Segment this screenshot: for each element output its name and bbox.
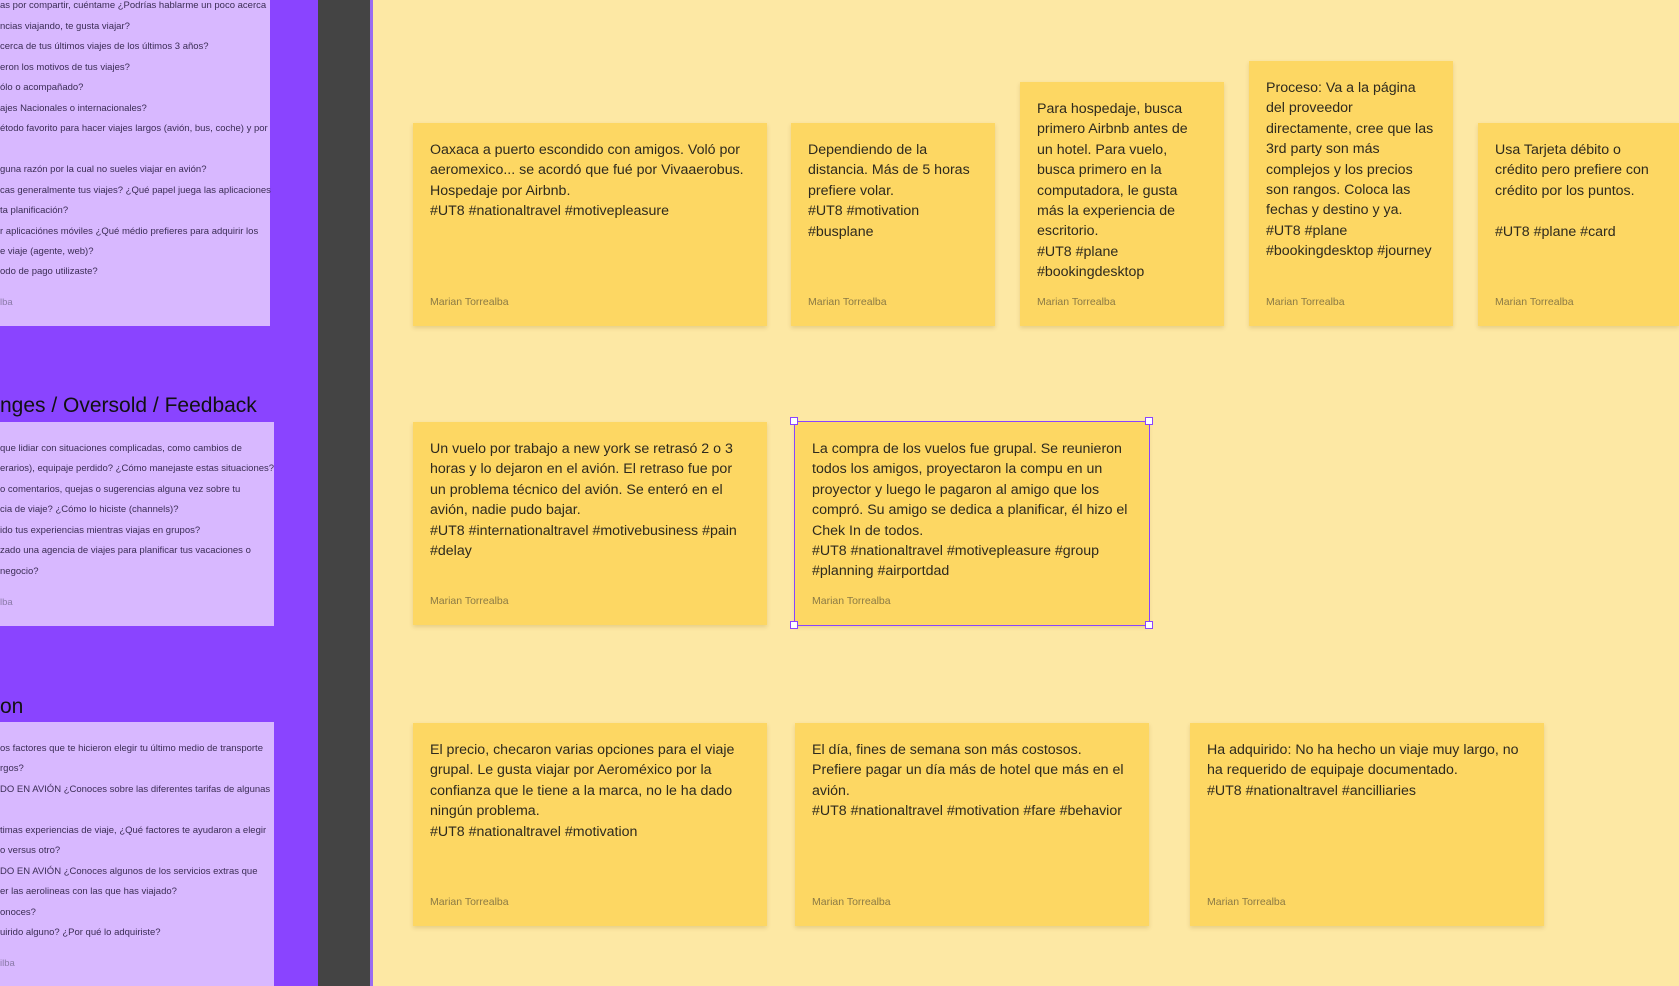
sticky-note[interactable]: Ha adquirido: No ha hecho un viaje muy l…: [1190, 723, 1544, 926]
sticky-author: Marian Torrealba: [1495, 296, 1574, 308]
question-line: o comentarios, quejas o sugerencias algu…: [0, 484, 241, 495]
note-author: lba: [0, 297, 13, 308]
question-line: o versus otro?: [0, 845, 61, 856]
question-note[interactable]: que lidiar con situaciones complicadas, …: [0, 422, 274, 626]
sticky-author: Marian Torrealba: [1266, 296, 1345, 308]
sticky-text: Proceso: Va a la página del proveedor di…: [1266, 80, 1434, 260]
sticky-author: Marian Torrealba: [430, 595, 509, 607]
question-line: que lidiar con situaciones complicadas, …: [0, 443, 242, 454]
sticky-text: Oaxaca a puerto escondido con amigos. Vo…: [430, 142, 744, 220]
sticky-author: Marian Torrealba: [1037, 296, 1116, 308]
question-line: timas experiencias de viaje, ¿Qué factor…: [0, 825, 267, 836]
question-line: os factores que te hicieron elegir tu úl…: [0, 743, 263, 754]
sticky-text: Para hospedaje, busca primero Airbnb ant…: [1037, 101, 1188, 281]
note-author: lba: [0, 597, 13, 608]
question-note[interactable]: os factores que te hicieron elegir tu úl…: [0, 722, 274, 986]
sticky-author: Marian Torrealba: [812, 896, 891, 908]
question-note[interactable]: as por compartir, cuéntame ¿Podrías habl…: [0, 0, 271, 326]
question-line: ta planificación?: [0, 205, 69, 216]
resize-handle-bottom-right[interactable]: [1145, 621, 1153, 629]
sticky-text: Usa Tarjeta débito o crédito pero prefie…: [1495, 142, 1649, 240]
sticky-author: Marian Torrealba: [430, 896, 509, 908]
sticky-note[interactable]: Un vuelo por trabajo a new york se retra…: [413, 422, 767, 625]
resize-handle-top-right[interactable]: [1145, 417, 1153, 425]
sticky-text: Ha adquirido: No ha hecho un viaje muy l…: [1207, 742, 1519, 799]
question-line: rgos?: [0, 763, 24, 774]
question-line: zado una agencia de viajes para planific…: [0, 545, 251, 556]
question-line: eron los motivos de tus viajes?: [0, 62, 130, 73]
question-line: ajes Nacionales o internacionales?: [0, 103, 147, 114]
sticky-note[interactable]: Usa Tarjeta débito o crédito pero prefie…: [1478, 123, 1679, 326]
sticky-text: El precio, checaron varias opciones para…: [430, 742, 735, 840]
sticky-note[interactable]: Oaxaca a puerto escondido con amigos. Vo…: [413, 123, 767, 326]
sticky-author: Marian Torrealba: [812, 595, 891, 607]
question-line: ncias viajando, te gusta viajar?: [0, 21, 130, 32]
question-line: as por compartir, cuéntame ¿Podrías habl…: [0, 0, 267, 11]
question-line: guna razón por la cual no sueles viajar …: [0, 164, 207, 175]
sticky-note[interactable]: Dependiendo de la distancia. Más de 5 ho…: [791, 123, 995, 326]
question-line: ido tus experiencias mientras viajas en …: [0, 525, 201, 536]
sticky-text: Dependiendo de la distancia. Más de 5 ho…: [808, 142, 970, 240]
sticky-note[interactable]: Proceso: Va a la página del proveedor di…: [1249, 61, 1453, 326]
sticky-note[interactable]: Para hospedaje, busca primero Airbnb ant…: [1020, 82, 1224, 326]
sticky-text: La compra de los vuelos fue grupal. Se r…: [812, 441, 1128, 580]
sticky-note[interactable]: El precio, checaron varias opciones para…: [413, 723, 767, 926]
sticky-text: El día, fines de semana son más costosos…: [812, 742, 1124, 820]
sticky-text: Un vuelo por trabajo a new york se retra…: [430, 441, 737, 560]
question-line: negocio?: [0, 566, 39, 577]
sticky-author: Marian Torrealba: [430, 296, 509, 308]
question-line: odo de pago utilizaste?: [0, 266, 98, 277]
question-line: er las aerolineas con las que has viajad…: [0, 886, 177, 897]
sticky-note-selected[interactable]: La compra de los vuelos fue grupal. Se r…: [795, 422, 1149, 625]
question-line: cerca de tus últimos viajes de los últim…: [0, 41, 209, 52]
question-line: r aplicaciónes móviles ¿Qué médio prefie…: [0, 226, 259, 237]
resize-handle-top-left[interactable]: [790, 417, 798, 425]
sticky-author: Marian Torrealba: [808, 296, 887, 308]
sticky-note[interactable]: El día, fines de semana son más costosos…: [795, 723, 1149, 926]
question-line: onoces?: [0, 907, 36, 918]
question-line: erarios), equipaje perdido? ¿Cómo maneja…: [0, 463, 275, 474]
section-title: on: [0, 695, 24, 718]
section-title: nges / Oversold / Feedback: [0, 394, 257, 417]
sticky-author: Marian Torrealba: [1207, 896, 1286, 908]
question-line: DO EN AVIÓN ¿Conoces algunos de los serv…: [0, 866, 258, 877]
question-line: uirido alguno? ¿Por qué lo adquiriste?: [0, 927, 161, 938]
resize-handle-bottom-left[interactable]: [790, 621, 798, 629]
question-line: cia de viaje? ¿Cómo lo hiciste (channels…: [0, 504, 179, 515]
note-author: ilba: [0, 958, 15, 969]
question-line: e viaje (agente, web)?: [0, 246, 94, 257]
question-line: étodo favorito para hacer viajes largos …: [0, 123, 268, 134]
question-line: cas generalmente tus viajes? ¿Qué papel …: [0, 185, 271, 196]
question-line: DO EN AVIÓN ¿Conoces sobre las diferente…: [0, 784, 271, 795]
question-line: ólo o acompañado?: [0, 82, 84, 93]
section-divider: [318, 0, 372, 986]
